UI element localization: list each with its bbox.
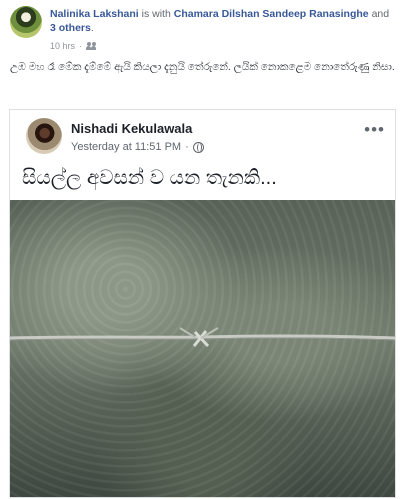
- shared-post-meta: Yesterday at 11:51 PM ·: [71, 141, 204, 153]
- others-link[interactable]: 3 others: [50, 22, 91, 34]
- post-time[interactable]: 10 hrs: [50, 41, 75, 51]
- period-text: .: [90, 22, 94, 34]
- with-text: is with: [141, 8, 171, 20]
- author-avatar[interactable]: [10, 6, 42, 38]
- and-text: and: [371, 8, 390, 20]
- post-header-text: Nalinika Lakshani is with Chamara Dilsha…: [50, 7, 395, 35]
- shared-author-name[interactable]: Nishadi Kekulawala: [71, 121, 192, 136]
- shared-author-avatar[interactable]: [26, 118, 62, 154]
- shared-post-time[interactable]: Yesterday at 11:51 PM: [71, 141, 181, 153]
- meta-separator: ·: [185, 141, 189, 153]
- post-header: Nalinika Lakshani is with Chamara Dilsha…: [10, 6, 395, 51]
- shared-photo[interactable]: [10, 200, 395, 497]
- more-options-icon[interactable]: •••: [364, 120, 385, 140]
- barbed-wire: [10, 327, 395, 348]
- friends-icon[interactable]: [86, 42, 97, 50]
- post-meta: 10 hrs ·: [50, 41, 97, 51]
- meta-separator: ·: [79, 41, 83, 51]
- author-name[interactable]: Nalinika Lakshani: [50, 8, 139, 20]
- shared-post-text: සියල්ල අවසන් ව යන තැනකි...: [22, 167, 277, 189]
- tagged-person[interactable]: Chamara Dilshan Sandeep Ranasinghe: [174, 8, 369, 20]
- globe-icon: [192, 141, 204, 153]
- shared-post[interactable]: Nishadi Kekulawala Yesterday at 11:51 PM…: [9, 109, 396, 498]
- post-text: උඹ මහ රෑ මේක දැම්මේ ඇයි කියලා දැනුයි තේර…: [10, 61, 395, 73]
